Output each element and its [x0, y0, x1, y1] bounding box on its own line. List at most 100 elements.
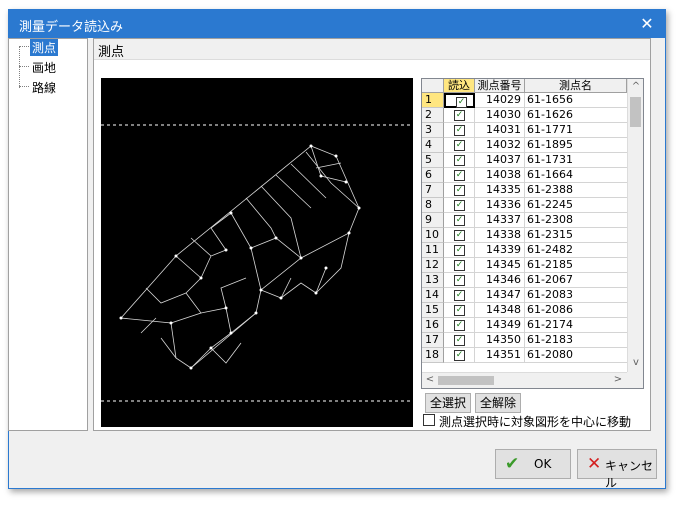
point-name-cell[interactable]: 61-2067 [525, 273, 627, 288]
table-row[interactable]: 1 ✓ 14029 61-1656 [422, 93, 627, 108]
read-cell[interactable]: ✓ [444, 168, 475, 183]
column-header-name[interactable]: 測点名 [525, 79, 627, 93]
read-checkbox[interactable]: ✓ [454, 215, 465, 226]
scroll-left-icon[interactable]: < [422, 374, 438, 385]
point-number-cell[interactable]: 14345 [475, 258, 525, 273]
read-cell[interactable]: ✓ [444, 153, 475, 168]
point-number-cell[interactable]: 14038 [475, 168, 525, 183]
table-row[interactable]: 5 ✓ 14037 61-1731 [422, 153, 627, 168]
read-checkbox[interactable]: ✓ [454, 290, 465, 301]
point-name-cell[interactable]: 61-2083 [525, 288, 627, 303]
column-header-read[interactable]: 読込 [444, 79, 475, 93]
point-name-cell[interactable]: 61-1656 [525, 93, 627, 108]
select-all-button[interactable]: 全選択 [425, 393, 471, 413]
read-cell[interactable]: ✓ [444, 288, 475, 303]
read-checkbox[interactable]: ✓ [454, 185, 465, 196]
close-icon[interactable]: ✕ [635, 12, 659, 36]
read-checkbox[interactable]: ✓ [454, 170, 465, 181]
read-checkbox[interactable]: ✓ [454, 140, 465, 151]
point-name-cell[interactable]: 61-2315 [525, 228, 627, 243]
table-row[interactable]: 7 ✓ 14335 61-2388 [422, 183, 627, 198]
read-checkbox[interactable]: ✓ [454, 275, 465, 286]
point-number-cell[interactable]: 14037 [475, 153, 525, 168]
scroll-down-icon[interactable]: v [628, 357, 643, 368]
tree-item-routes[interactable]: 路線 [30, 79, 58, 96]
point-number-cell[interactable]: 14031 [475, 123, 525, 138]
point-name-cell[interactable]: 61-2185 [525, 258, 627, 273]
table-row[interactable]: 3 ✓ 14031 61-1771 [422, 123, 627, 138]
point-number-cell[interactable]: 14349 [475, 318, 525, 333]
table-row[interactable]: 14 ✓ 14347 61-2083 [422, 288, 627, 303]
read-checkbox[interactable]: ✓ [454, 260, 465, 271]
point-name-cell[interactable]: 61-2388 [525, 183, 627, 198]
read-cell[interactable]: ✓ [444, 228, 475, 243]
cancel-button[interactable]: ✕ キャンセル [577, 449, 657, 490]
table-row[interactable]: 4 ✓ 14032 61-1895 [422, 138, 627, 153]
read-cell[interactable]: ✓ [444, 303, 475, 318]
read-checkbox[interactable]: ✓ [454, 245, 465, 256]
deselect-all-button[interactable]: 全解除 [475, 393, 521, 413]
read-cell[interactable]: ✓ [444, 348, 475, 363]
point-name-cell[interactable]: 61-2308 [525, 213, 627, 228]
point-number-cell[interactable]: 14030 [475, 108, 525, 123]
point-number-cell[interactable]: 14338 [475, 228, 525, 243]
table-row[interactable]: 9 ✓ 14337 61-2308 [422, 213, 627, 228]
scroll-up-icon[interactable]: ^ [628, 81, 643, 92]
point-name-cell[interactable]: 61-2080 [525, 348, 627, 363]
read-checkbox[interactable]: ✓ [454, 230, 465, 241]
point-number-cell[interactable]: 14351 [475, 348, 525, 363]
read-checkbox[interactable]: ✓ [454, 110, 465, 121]
read-cell[interactable]: ✓ [444, 93, 475, 108]
read-checkbox[interactable]: ✓ [454, 305, 465, 316]
ok-button[interactable]: ✔ OK [495, 449, 571, 479]
point-name-cell[interactable]: 61-1895 [525, 138, 627, 153]
table-row[interactable]: 17 ✓ 14350 61-2183 [422, 333, 627, 348]
read-checkbox[interactable]: ✓ [454, 125, 465, 136]
table-row[interactable]: 10 ✓ 14338 61-2315 [422, 228, 627, 243]
read-cell[interactable]: ✓ [444, 333, 475, 348]
table-row[interactable]: 6 ✓ 14038 61-1664 [422, 168, 627, 183]
table-row[interactable]: 12 ✓ 14345 61-2185 [422, 258, 627, 273]
point-name-cell[interactable]: 61-1664 [525, 168, 627, 183]
drawing-preview[interactable] [101, 78, 413, 427]
point-name-cell[interactable]: 61-2174 [525, 318, 627, 333]
point-name-cell[interactable]: 61-1731 [525, 153, 627, 168]
read-checkbox[interactable]: ✓ [454, 320, 465, 331]
read-checkbox[interactable]: ✓ [454, 200, 465, 211]
point-number-cell[interactable]: 14346 [475, 273, 525, 288]
read-cell[interactable]: ✓ [444, 318, 475, 333]
tree-item-survey-points[interactable]: 測点 [30, 39, 59, 56]
point-name-cell[interactable]: 61-2245 [525, 198, 627, 213]
column-header-number[interactable]: 測点番号 [475, 79, 525, 93]
tree-item-parcels[interactable]: 画地 [30, 59, 58, 76]
read-checkbox[interactable]: ✓ [454, 350, 465, 361]
center-on-select-checkbox[interactable] [423, 414, 435, 426]
read-cell[interactable]: ✓ [444, 258, 475, 273]
table-row[interactable]: 16 ✓ 14349 61-2174 [422, 318, 627, 333]
point-number-cell[interactable]: 14335 [475, 183, 525, 198]
horizontal-scroll-thumb[interactable] [438, 376, 494, 385]
read-cell[interactable]: ✓ [444, 273, 475, 288]
read-checkbox[interactable]: ✓ [454, 335, 465, 346]
point-name-cell[interactable]: 61-2482 [525, 243, 627, 258]
table-row[interactable]: 15 ✓ 14348 61-2086 [422, 303, 627, 318]
horizontal-scrollbar[interactable]: < > [422, 372, 627, 388]
read-cell[interactable]: ✓ [444, 198, 475, 213]
table-row[interactable]: 2 ✓ 14030 61-1626 [422, 108, 627, 123]
scroll-right-icon[interactable]: > [610, 374, 626, 385]
read-cell[interactable]: ✓ [444, 213, 475, 228]
survey-point-grid[interactable]: 読込 測点番号 測点名 1 ✓ 14029 61-1656 2 ✓ 14030 61-1626… [421, 78, 644, 389]
table-row[interactable]: 18 ✓ 14351 61-2080 [422, 348, 627, 363]
point-number-cell[interactable]: 14336 [475, 198, 525, 213]
read-cell[interactable]: ✓ [444, 123, 475, 138]
read-checkbox[interactable]: ✓ [456, 97, 467, 108]
table-row[interactable]: 11 ✓ 14339 61-2482 [422, 243, 627, 258]
vertical-scroll-thumb[interactable] [630, 97, 641, 127]
vertical-scrollbar[interactable]: ^ v [627, 79, 643, 373]
read-cell[interactable]: ✓ [444, 183, 475, 198]
point-name-cell[interactable]: 61-1626 [525, 108, 627, 123]
read-cell[interactable]: ✓ [444, 138, 475, 153]
point-number-cell[interactable]: 14350 [475, 333, 525, 348]
table-row[interactable]: 8 ✓ 14336 61-2245 [422, 198, 627, 213]
read-cell[interactable]: ✓ [444, 243, 475, 258]
